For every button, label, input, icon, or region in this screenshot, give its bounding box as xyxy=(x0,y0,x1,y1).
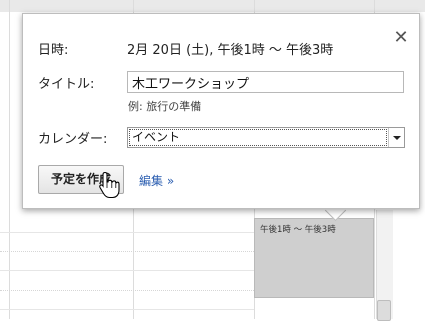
chevron-down-icon[interactable] xyxy=(388,128,404,147)
grid-row-line xyxy=(0,270,254,271)
quick-add-event-popup: ✕ 日時: 2月 20日 (土), 午後1時 ～ 午後3時 タイトル: 例: 旅… xyxy=(22,13,420,209)
close-icon[interactable]: ✕ xyxy=(391,28,411,48)
scrollbar-thumb[interactable] xyxy=(377,300,391,321)
calendar-select[interactable]: イベント xyxy=(127,127,405,148)
grid-row-line xyxy=(0,232,254,233)
calendar-header-strip xyxy=(0,0,425,12)
datetime-value: 2月 20日 (土), 午後1時 ～ 午後3時 xyxy=(127,43,334,58)
calendar-label: カレンダー: xyxy=(38,132,108,147)
new-event-block[interactable]: 午後1時 ～ 午後3時 xyxy=(254,218,374,298)
grid-row-line xyxy=(0,309,254,310)
grid-row-line xyxy=(0,290,254,292)
hand-pointer-icon xyxy=(99,171,120,199)
title-hint: 例: 旅行の準備 xyxy=(128,100,202,113)
grid-column-line xyxy=(9,0,10,319)
calendar-select-value: イベント xyxy=(129,129,387,146)
grid-row-line xyxy=(0,251,254,253)
title-label: タイトル: xyxy=(38,77,95,92)
datetime-label: 日時: xyxy=(38,43,69,58)
edit-details-link[interactable]: 編集 » xyxy=(139,172,174,189)
title-input[interactable] xyxy=(127,71,404,93)
event-block-time: 午後1時 ～ 午後3時 xyxy=(260,225,336,235)
